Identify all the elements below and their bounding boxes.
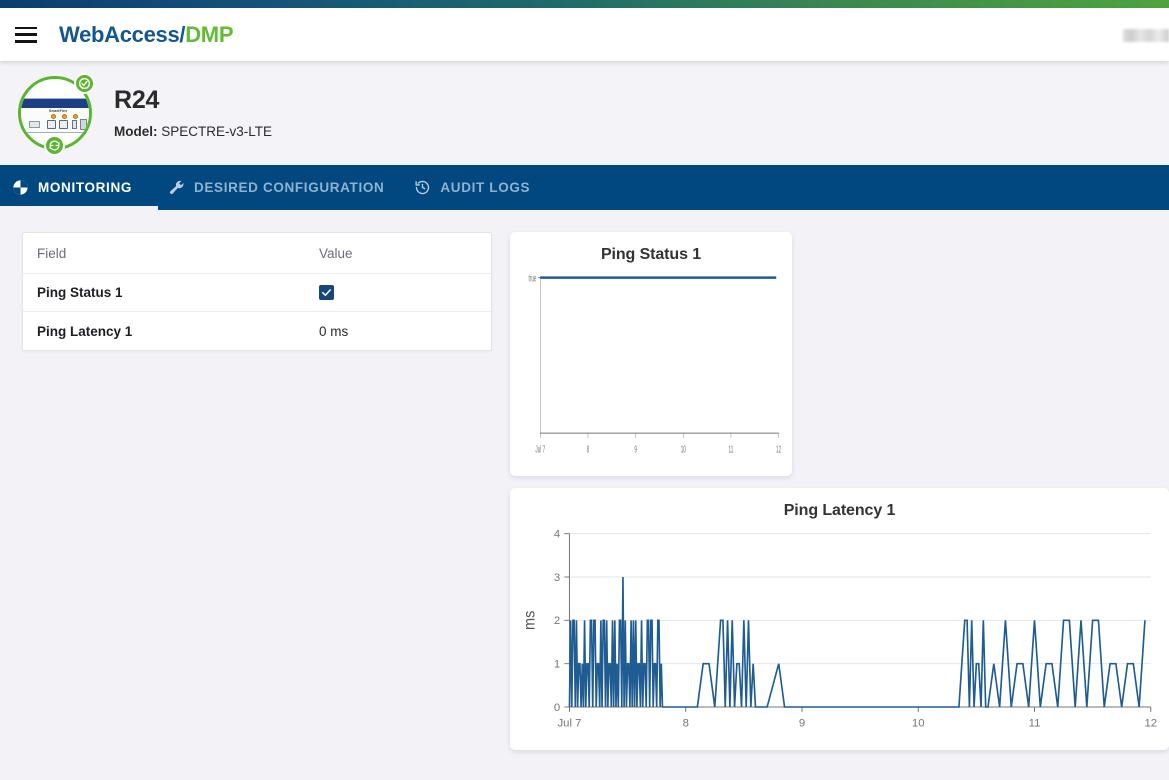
column-header-field: Field	[37, 245, 67, 261]
table-header-row: Field Value	[23, 233, 491, 274]
table-row: Ping Latency 1 0 ms	[23, 312, 491, 350]
chart-plot-ping-status[interactable]: true Jul 7 8 9 10 11 12	[520, 268, 782, 460]
antenna-connector-icon	[73, 113, 78, 119]
field-value	[319, 284, 477, 301]
app-header: WebAccess/DMP	[0, 8, 1169, 61]
chart-card-ping-status: Ping Status 1 true Jul 7 8 9 10 11 12	[510, 232, 792, 476]
svg-text:Jul 7: Jul 7	[558, 718, 582, 730]
hamburger-bar	[15, 39, 37, 43]
pie-chart-icon	[12, 179, 29, 196]
router-top-band	[21, 99, 89, 108]
table-row: Ping Status 1	[23, 274, 491, 312]
usb-port-icon	[72, 120, 77, 129]
charts-column: Ping Status 1 true Jul 7 8 9 10 11 12 Ping Lat…	[510, 232, 1169, 780]
tab-desired-configuration[interactable]: DESIRED CONFIGURATION	[158, 165, 404, 210]
antenna-connector-icon	[62, 113, 67, 119]
svg-text:8: 8	[683, 718, 689, 730]
status-ok-badge-icon	[74, 73, 95, 94]
antenna-connector-icon	[51, 113, 56, 119]
chart-card-ping-latency: Ping Latency 1 0 1 2 3 4 Jul 7 8 9 10 11 12 ms	[510, 488, 1169, 750]
column-header-value: Value	[319, 245, 353, 261]
svg-text:9: 9	[634, 443, 637, 455]
ethernet-port-icon	[59, 120, 68, 129]
svg-text:ms: ms	[521, 611, 539, 630]
svg-text:12: 12	[776, 443, 781, 455]
hamburger-icon[interactable]	[15, 26, 37, 43]
monitoring-field-table: Field Value Ping Status 1 Ping Latency 1…	[22, 232, 492, 351]
page-content: Field Value Ping Status 1 Ping Latency 1…	[0, 210, 1169, 780]
chart-plot-ping-latency[interactable]: 0 1 2 3 4 Jul 7 8 9 10 11 12 ms	[520, 524, 1159, 734]
app-logo[interactable]: WebAccess/DMP	[59, 21, 234, 48]
device-summary-band: SmartFlex R24 Model: SPECTRE-v3-LTE	[0, 61, 1169, 165]
chart-title: Ping Status 1	[600, 246, 702, 263]
tab-audit-logs-label: AUDIT LOGS	[440, 180, 531, 195]
svg-text:9: 9	[799, 718, 805, 730]
svg-text:0: 0	[554, 702, 560, 714]
tab-monitoring-label: MONITORING	[38, 180, 132, 195]
app-logo-primary: WebAccess/	[59, 21, 186, 47]
history-clock-icon	[414, 179, 431, 196]
svg-text:10: 10	[912, 718, 925, 730]
svg-text:10: 10	[681, 443, 686, 455]
svg-text:11: 11	[1029, 718, 1041, 730]
tab-desired-configuration-label: DESIRED CONFIGURATION	[194, 180, 385, 195]
tab-audit-logs[interactable]: AUDIT LOGS	[404, 165, 550, 210]
svg-text:8: 8	[587, 443, 590, 455]
hamburger-bar	[15, 33, 37, 36]
device-model: Model: SPECTRE-v3-LTE	[114, 124, 272, 141]
field-name: Ping Latency 1	[37, 323, 133, 339]
svg-text:4: 4	[554, 529, 560, 541]
sync-status-badge-icon	[44, 135, 65, 156]
svg-text:1: 1	[554, 659, 560, 671]
left-column: Field Value Ping Status 1 Ping Latency 1…	[22, 232, 492, 780]
svg-text:11: 11	[729, 443, 734, 455]
ethernet-port-icon	[47, 120, 56, 129]
field-value: 0 ms	[319, 323, 349, 339]
router-brand-text: SmartFlex	[49, 109, 68, 113]
tab-bar: MONITORING DESIRED CONFIGURATION AUDIT L…	[0, 165, 1169, 210]
user-account-label[interactable]	[1123, 29, 1169, 42]
router-illustration: SmartFlex	[21, 98, 89, 133]
tab-monitoring[interactable]: MONITORING	[0, 165, 158, 210]
svg-text:3: 3	[554, 572, 560, 584]
device-model-label: Model:	[114, 123, 158, 139]
device-model-value: SPECTRE-v3-LTE	[161, 123, 273, 139]
ping-status-checkbox[interactable]	[319, 284, 334, 300]
svg-text:true: true	[528, 272, 536, 284]
app-logo-accent: DMP	[185, 21, 234, 47]
hamburger-bar	[15, 26, 37, 30]
chart-title: Ping Latency 1	[783, 502, 896, 519]
field-name: Ping Status 1	[37, 285, 123, 300]
device-name: R24	[114, 86, 160, 115]
svg-text:12: 12	[1144, 718, 1157, 730]
brand-gradient-bar	[0, 0, 1169, 8]
device-info: R24 Model: SPECTRE-v3-LTE	[114, 85, 272, 140]
device-avatar: SmartFlex	[18, 73, 95, 156]
svg-text:Jul 7: Jul 7	[535, 443, 545, 455]
sim-slot-icon	[80, 119, 87, 130]
svg-text:2: 2	[554, 615, 560, 627]
wrench-icon	[168, 179, 185, 196]
io-port-block	[29, 121, 40, 128]
